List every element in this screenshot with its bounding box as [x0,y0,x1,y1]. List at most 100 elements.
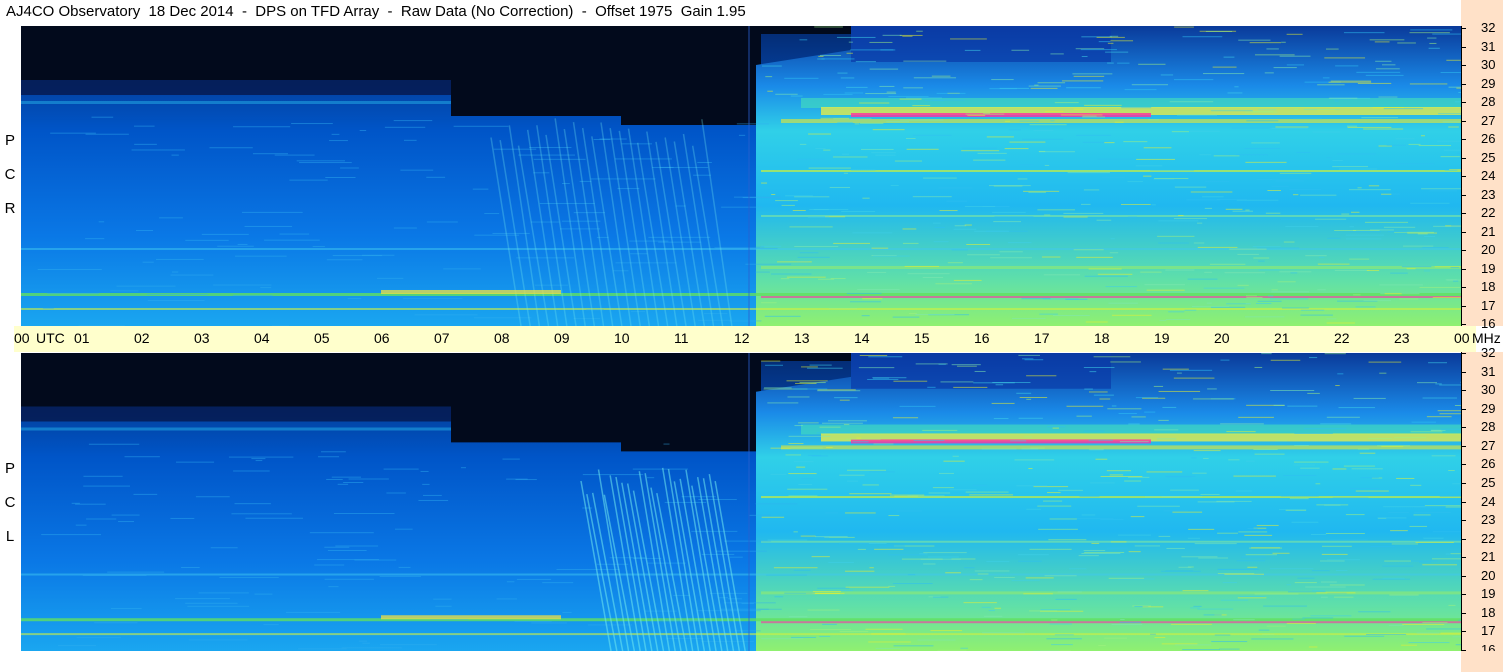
utc-label: UTC [36,330,65,346]
freq-tick-label: 24 [1481,493,1496,509]
time-tick-label: 12 [734,330,750,346]
time-tick-label: 10 [614,330,630,346]
freq-tick-label: 26 [1481,456,1496,472]
freq-tick-label: 19 [1481,586,1496,602]
freq-tick [1461,538,1466,540]
freq-tick-label: 30 [1481,382,1496,398]
freq-axis-bottom-filler [1461,651,1503,672]
freq-tick-label: 16 [1481,316,1496,331]
freq-tick-label: 24 [1481,168,1496,183]
time-tick-label: 18 [1094,330,1110,346]
freq-tick-label: 17 [1481,623,1496,639]
freq-tick [1461,427,1466,429]
freq-tick-label: 31 [1481,38,1496,54]
freq-tick-label: 23 [1481,186,1496,202]
time-tick-label: 00 [1454,330,1470,346]
freq-tick [1461,139,1466,140]
lcp-label-letter-2: C [4,494,16,511]
freq-tick [1461,176,1466,177]
daytime-high-band [851,26,1111,62]
time-tick-label: 19 [1154,330,1170,346]
time-tick-label: 00 [14,330,30,346]
freq-tick [1461,482,1466,484]
freq-tick [1461,594,1466,596]
freq-tick-label: 28 [1481,419,1496,435]
time-tick-label: 07 [434,330,450,346]
rcp-label-letter-2: C [4,166,16,183]
freq-tick [1461,445,1466,447]
freq-tick-label: 30 [1481,57,1496,72]
time-tick-label: 05 [314,330,330,346]
freq-tick [1461,231,1466,233]
freq-tick-label: 25 [1481,149,1496,165]
freq-tick [1461,46,1466,48]
time-axis: 00 01 02 03 04 05 06 07 08 09 10 11 12 13 14 15 16 17 18 19… [14,326,1501,352]
time-tick-label: 11 [674,330,689,346]
freq-tick [1461,268,1466,270]
freq-tick-label: 21 [1481,223,1496,239]
time-tick-label: 08 [494,330,510,346]
freq-tick-label: 31 [1481,363,1496,379]
time-tick-label: 03 [194,330,210,346]
freq-tick-label: 18 [1481,604,1496,620]
freq-tick-label: 18 [1481,279,1496,294]
freq-tick-label: 21 [1481,549,1496,565]
freq-tick [1461,390,1466,392]
freq-tick [1461,213,1466,214]
time-tick-label: 06 [374,330,390,346]
lcp-spectrogram[interactable] [21,353,1461,651]
freq-tick-label: 22 [1481,530,1496,546]
freq-tick [1461,28,1466,29]
freq-tick-label: 29 [1481,400,1496,416]
freq-tick-label: 29 [1481,75,1496,91]
freq-tick [1461,157,1466,159]
freq-tick [1461,631,1466,633]
freq-tick [1461,305,1466,307]
time-tick-label: 17 [1034,330,1050,346]
freq-tick [1461,194,1466,196]
freq-tick-label: 32 [1481,345,1496,360]
rcp-label-letter-1: P [4,132,15,149]
time-tick-label: 23 [1394,330,1410,346]
rcp-spectrogram-image [21,26,1461,326]
daytime-high-band [851,353,1111,389]
freq-tick [1461,287,1466,288]
rcp-label-letter-3: R [4,200,16,217]
time-tick-label: 20 [1214,330,1230,346]
freq-tick [1461,575,1466,577]
lcp-spectrogram-image [21,353,1461,651]
freq-tick [1461,408,1466,410]
freq-tick [1461,501,1466,503]
time-tick-label: 04 [254,330,270,346]
window-title: AJ4CO Observatory 18 Dec 2014 - DPS on T… [6,3,746,20]
rcp-frequency-axis: 32 31 30 29 28 27 26 25 24 23 22 21 20 19 18 17 16 [1461,20,1503,331]
freq-tick-label: 27 [1481,437,1496,453]
time-tick-label: 02 [134,330,150,346]
freq-tick-label: 19 [1481,260,1496,276]
freq-tick [1461,102,1466,103]
freq-tick-label: 28 [1481,94,1496,109]
lcp-frequency-axis: 32 31 30 29 28 27 26 25 24 23 22 21 20 19 18 17 16 [1461,345,1503,657]
freq-tick [1461,120,1466,122]
freq-tick-label: 17 [1481,297,1496,313]
freq-tick [1461,520,1466,522]
freq-tick [1461,353,1466,354]
time-tick-label: 01 [74,330,90,346]
freq-tick-label: 27 [1481,112,1496,128]
freq-tick-label: 23 [1481,512,1496,528]
rcp-spectrogram[interactable] [21,26,1461,326]
freq-tick-label: 20 [1481,242,1496,257]
freq-tick-label: 20 [1481,567,1496,583]
freq-tick [1461,250,1466,251]
freq-tick [1461,324,1466,325]
lcp-label-letter-3: L [5,528,15,545]
daytime-noise-region [756,26,1461,326]
time-tick-label: 21 [1274,330,1290,346]
time-tick-label: 16 [974,330,990,346]
freq-tick-label: 32 [1481,20,1496,35]
freq-tick [1461,83,1466,85]
time-tick-label: 15 [914,330,930,346]
freq-tick [1461,612,1466,614]
time-tick-label: 13 [794,330,810,346]
freq-tick [1461,65,1466,66]
